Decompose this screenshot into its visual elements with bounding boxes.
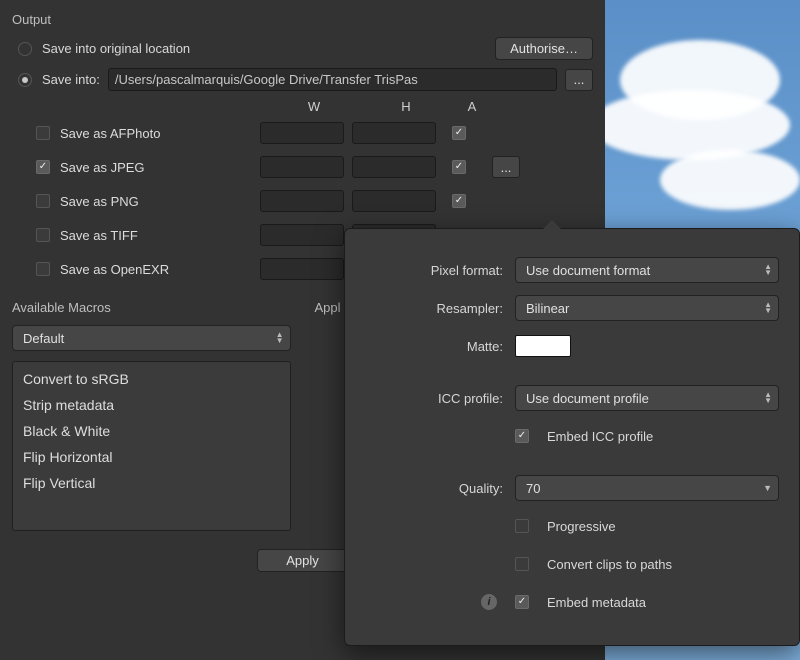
caret-updown-icon: ▲▼ — [764, 264, 772, 276]
format-check-openexr[interactable] — [36, 262, 50, 276]
format-label: Save as TIFF — [60, 228, 260, 243]
pixel-format-value: Use document format — [526, 263, 650, 278]
available-macros-title: Available Macros — [12, 300, 291, 315]
quality-value: 70 — [526, 481, 540, 496]
width-input[interactable] — [260, 224, 344, 246]
save-original-radio[interactable] — [18, 42, 32, 56]
caret-updown-icon: ▲▼ — [764, 302, 772, 314]
col-w: W — [268, 99, 360, 114]
col-a: A — [452, 99, 492, 114]
format-check-png[interactable] — [36, 194, 50, 208]
list-item[interactable]: Convert to sRGB — [13, 366, 290, 392]
authorise-button[interactable]: Authorise… — [495, 37, 593, 60]
icc-profile-value: Use document profile — [526, 391, 649, 406]
output-section-title: Output — [12, 12, 593, 27]
embed-icc-label: Embed ICC profile — [547, 429, 653, 444]
format-label: Save as OpenEXR — [60, 262, 260, 277]
format-row-jpeg: Save as JPEG ... — [36, 154, 593, 180]
format-label: Save as JPEG — [60, 160, 260, 175]
save-original-label: Save into original location — [42, 41, 190, 56]
aspect-check[interactable] — [452, 126, 466, 140]
width-input[interactable] — [260, 190, 344, 212]
format-row-afphoto: Save as AFPhoto — [36, 120, 593, 146]
apply-button[interactable]: Apply — [257, 549, 348, 572]
pixel-format-select[interactable]: Use document format ▲▼ — [515, 257, 779, 283]
col-h: H — [360, 99, 452, 114]
width-input[interactable] — [260, 122, 344, 144]
pixel-format-label: Pixel format: — [365, 263, 515, 278]
list-item[interactable]: Flip Horizontal — [13, 444, 290, 470]
macros-preset-value: Default — [23, 331, 64, 346]
matte-label: Matte: — [365, 339, 515, 354]
browse-path-button[interactable]: ... — [565, 69, 593, 91]
embed-icc-check[interactable] — [515, 429, 529, 443]
format-label: Save as AFPhoto — [60, 126, 260, 141]
height-input[interactable] — [352, 190, 436, 212]
resampler-select[interactable]: Bilinear ▲▼ — [515, 295, 779, 321]
list-item[interactable]: Black & White — [13, 418, 290, 444]
aspect-check[interactable] — [452, 194, 466, 208]
jpeg-options-popover: Pixel format: Use document format ▲▼ Res… — [344, 228, 800, 646]
matte-color-swatch[interactable] — [515, 335, 571, 357]
info-icon[interactable]: i — [481, 594, 497, 610]
aspect-check[interactable] — [452, 160, 466, 174]
format-options-button[interactable]: ... — [492, 156, 520, 178]
list-item[interactable]: Strip metadata — [13, 392, 290, 418]
progressive-label: Progressive — [547, 519, 616, 534]
width-input[interactable] — [260, 258, 344, 280]
format-check-afphoto[interactable] — [36, 126, 50, 140]
icc-profile-label: ICC profile: — [365, 391, 515, 406]
height-input[interactable] — [352, 122, 436, 144]
save-into-label: Save into: — [42, 72, 100, 87]
caret-down-icon: ▼ — [763, 483, 772, 493]
format-check-jpeg[interactable] — [36, 160, 50, 174]
caret-updown-icon: ▲▼ — [276, 332, 284, 344]
convert-clips-label: Convert clips to paths — [547, 557, 672, 572]
list-item[interactable]: Flip Vertical — [13, 470, 290, 496]
save-path-field[interactable]: /Users/pascalmarquis/Google Drive/Transf… — [108, 68, 557, 91]
save-into-radio[interactable] — [18, 73, 32, 87]
width-input[interactable] — [260, 156, 344, 178]
caret-updown-icon: ▲▼ — [764, 392, 772, 404]
resampler-value: Bilinear — [526, 301, 569, 316]
save-original-row: Save into original location Authorise… — [12, 37, 593, 60]
quality-label: Quality: — [365, 481, 515, 496]
progressive-check[interactable] — [515, 519, 529, 533]
format-row-png: Save as PNG — [36, 188, 593, 214]
format-label: Save as PNG — [60, 194, 260, 209]
format-header-row: W H A — [36, 99, 593, 114]
format-check-tiff[interactable] — [36, 228, 50, 242]
height-input[interactable] — [352, 156, 436, 178]
quality-select[interactable]: 70 ▼ — [515, 475, 779, 501]
available-macros-list: Convert to sRGB Strip metadata Black & W… — [12, 361, 291, 531]
embed-metadata-label: Embed metadata — [547, 595, 646, 610]
convert-clips-check[interactable] — [515, 557, 529, 571]
save-into-row: Save into: /Users/pascalmarquis/Google D… — [12, 68, 593, 91]
icc-profile-select[interactable]: Use document profile ▲▼ — [515, 385, 779, 411]
resampler-label: Resampler: — [365, 301, 515, 316]
macros-preset-select[interactable]: Default ▲▼ — [12, 325, 291, 351]
embed-metadata-check[interactable] — [515, 595, 529, 609]
